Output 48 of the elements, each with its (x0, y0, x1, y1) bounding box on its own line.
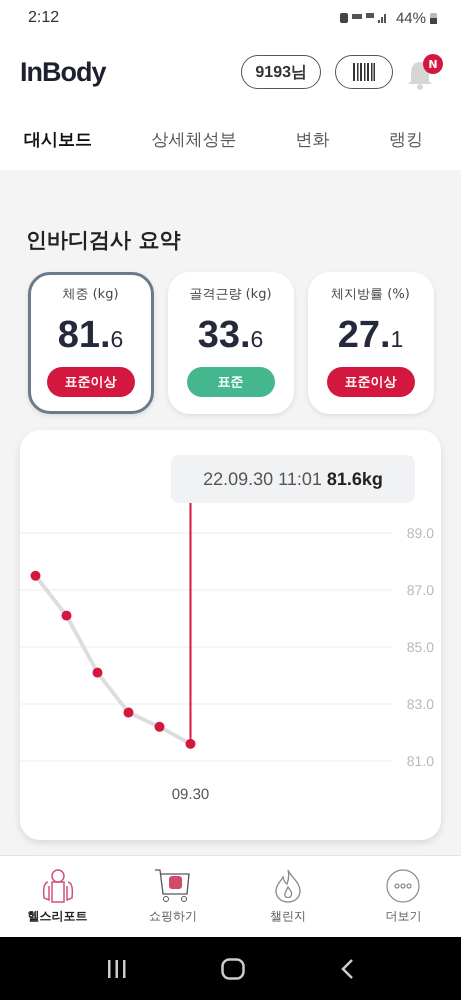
data-point[interactable] (154, 722, 164, 732)
metric-value: 27.1 (338, 314, 404, 356)
app-logo: InBody (20, 56, 106, 88)
axis-label: 85.0 (406, 639, 434, 655)
axis-label: 89.0 (406, 525, 434, 541)
tab[interactable]: 랭킹 (388, 128, 423, 150)
axis-label: 09.30 (172, 786, 210, 803)
status-time: 2:12 (28, 9, 60, 27)
nav-item[interactable]: 더보기 (358, 868, 448, 925)
data-point[interactable] (186, 738, 196, 749)
flame-icon (273, 868, 304, 904)
status-tag: 표준이상 (46, 367, 134, 397)
axis-label: 87.0 (406, 582, 434, 598)
data-point[interactable] (92, 668, 102, 678)
metric-card[interactable]: 체지방률 (%) 27.1 표준이상 (308, 272, 434, 414)
metric-label: 체중 (kg) (62, 286, 119, 303)
axis-label: 83.0 (406, 696, 434, 712)
data-point[interactable] (30, 570, 40, 581)
section-title: 인바디검사 요약 (26, 227, 182, 254)
metric-card[interactable]: 체중 (kg) 81.6 표준이상 (28, 272, 154, 414)
status-tag: 표준이상 (326, 367, 414, 397)
battery-icon (430, 12, 437, 24)
tab[interactable]: 변화 (296, 128, 330, 150)
metric-card[interactable]: 골격근량 (kg) 33.6 표준 (168, 272, 294, 414)
status-tag: 표준 (186, 367, 274, 397)
tab[interactable]: 대시보드 (24, 128, 92, 150)
barcode-button[interactable] (335, 55, 393, 89)
chart-tooltip: 22.09.30 11:01 81.6kg (171, 455, 415, 503)
barcode-icon (353, 63, 375, 81)
data-point[interactable] (124, 708, 134, 718)
user-button[interactable]: 9193님 (241, 55, 321, 89)
more-icon (385, 868, 422, 904)
metric-label: 체지방률 (%) (331, 286, 410, 303)
axis-label: 81.0 (406, 753, 434, 769)
metric-value: 81.6 (58, 314, 124, 356)
recent-apps-icon[interactable] (107, 960, 128, 978)
nav-item[interactable]: 챌린지 (243, 868, 334, 925)
back-icon[interactable] (340, 958, 354, 978)
nav-item[interactable]: 헬스리포트 (12, 868, 103, 925)
battery-percent: 44% (396, 10, 426, 26)
metric-label: 골격근량 (kg) (189, 286, 272, 303)
tab[interactable]: 상세체성분 (151, 128, 236, 150)
notification-badge: N (423, 54, 443, 74)
home-icon[interactable] (221, 958, 246, 980)
data-point[interactable] (62, 610, 72, 621)
metric-value: 33.6 (198, 314, 264, 356)
cart-icon (154, 868, 192, 904)
nav-item[interactable]: 쇼핑하기 (128, 868, 218, 925)
